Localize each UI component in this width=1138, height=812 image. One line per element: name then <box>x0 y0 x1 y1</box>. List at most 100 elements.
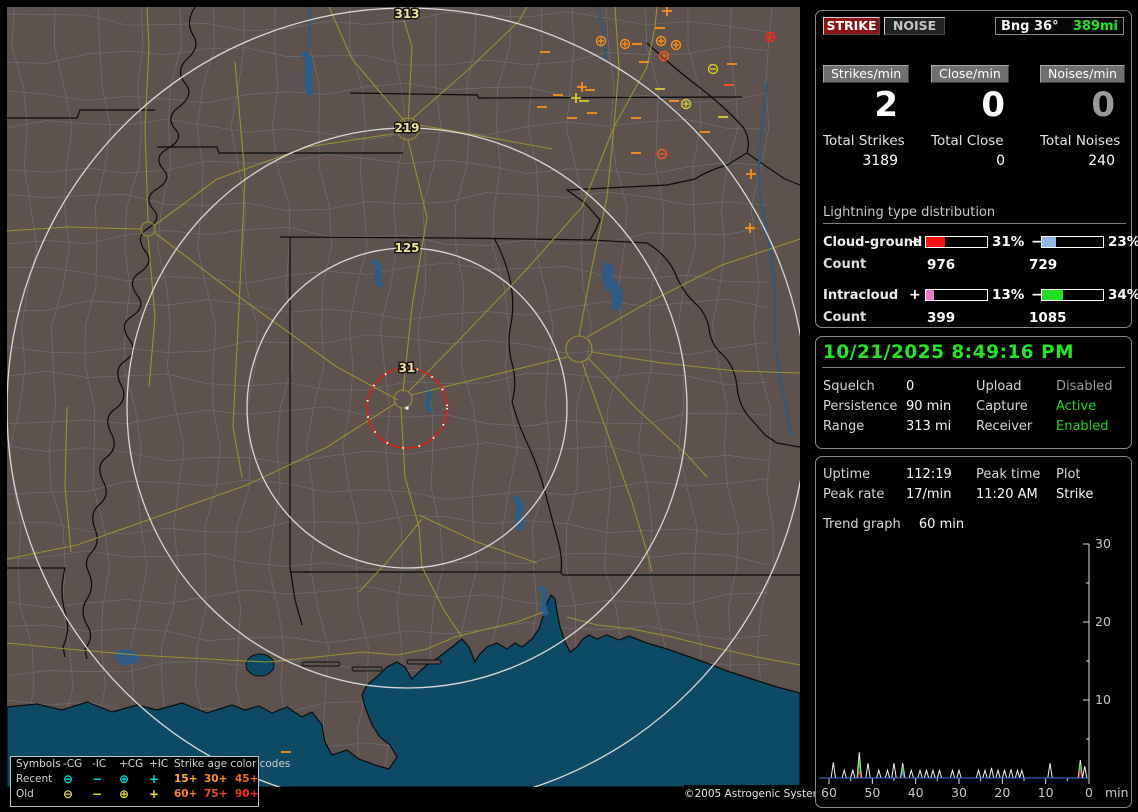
trend-chart: 60 50 40 30 20 10 0 min 10 20 30 <box>816 457 1133 807</box>
ic-minus-pct: 34% <box>1104 287 1126 303</box>
old-cg-plus-icon: ⊕ <box>119 787 149 802</box>
total-noises-label: Total Noises <box>1028 133 1128 149</box>
total-close-value: 0 <box>923 153 1018 169</box>
recent-cg-plus-icon: ⊕ <box>119 772 149 787</box>
squelch-value: 0 <box>906 379 976 399</box>
bearing-distance: 389mi <box>1073 19 1118 34</box>
age-60: 60+ <box>174 787 204 802</box>
upload-status: Disabled <box>1056 379 1126 399</box>
strike-mode-button[interactable]: STRIKE <box>823 17 880 35</box>
capture-label: Capture <box>976 399 1056 419</box>
current-datetime: 10/21/2025 8:49:16 PM <box>823 342 1074 363</box>
total-close-label: Total Close <box>923 133 1018 149</box>
legend-col-nic: -IC <box>92 757 119 772</box>
svg-text:10: 10 <box>1095 692 1111 707</box>
legend-col-ncg: -CG <box>63 757 92 772</box>
noises-per-min-chip[interactable]: Noises/min <box>1040 65 1125 83</box>
lightning-distribution: Lightning type distribution Cloud-ground… <box>823 205 1126 324</box>
cg-plus-count: 976 <box>927 257 1029 273</box>
recent-cg-minus-icon: ⊖ <box>63 772 92 787</box>
squelch-label: Squelch <box>823 379 906 399</box>
trend-panel: Uptime 112:19 Peak time Plot Peak rate 1… <box>815 456 1132 808</box>
persistence-label: Persistence <box>823 399 906 419</box>
total-strikes-label: Total Strikes <box>816 133 911 149</box>
ring-label-31: 31 <box>399 361 416 375</box>
cg-plus-bar <box>925 236 988 248</box>
old-ic-plus-icon: + <box>149 787 174 802</box>
capture-status: Active <box>1056 399 1126 419</box>
svg-text:0: 0 <box>1085 785 1093 800</box>
age-90: 90+ <box>235 787 261 802</box>
cg-plus-sign: + <box>909 234 925 250</box>
cg-count-label: Count <box>823 257 927 273</box>
total-noises-value: 240 <box>1028 153 1128 169</box>
intracloud-label: Intracloud <box>823 288 909 303</box>
cg-minus-sign: − <box>1031 234 1041 250</box>
legend-row-recent-label: Recent <box>16 772 63 787</box>
copyright-notice: ©2005 Astrogenic Systems <box>684 785 800 804</box>
divider <box>822 367 1125 368</box>
ic-plus-sign: + <box>909 287 925 303</box>
svg-text:50: 50 <box>864 785 880 800</box>
svg-text:60: 60 <box>821 785 837 800</box>
strikes-per-min-chip[interactable]: Strikes/min <box>823 65 909 83</box>
legend-symbols-header: Symbols <box>16 757 63 772</box>
legend-col-pcg: +CG <box>119 757 149 772</box>
cg-minus-count: 729 <box>1029 257 1126 273</box>
svg-text:30: 30 <box>1095 536 1111 551</box>
cg-minus-pct: 23% <box>1104 234 1126 250</box>
upload-label: Upload <box>976 379 1056 399</box>
receiver-label: Receiver <box>976 419 1056 439</box>
receiver-location-marker <box>406 407 409 410</box>
legend-col-pic: +IC <box>149 757 174 772</box>
age-30: 30+ <box>204 772 235 787</box>
noises-per-min-value: 0 <box>1028 85 1128 125</box>
ic-plus-count: 399 <box>927 310 1029 326</box>
svg-text:20: 20 <box>1095 614 1111 629</box>
bearing-readout: Bng 36° 389mi <box>995 17 1124 35</box>
range-value: 313 mi <box>906 419 976 439</box>
bearing-label: Bng 36° <box>1001 19 1059 34</box>
ic-count-label: Count <box>823 310 927 326</box>
svg-text:20: 20 <box>994 785 1010 800</box>
cloud-ground-label: Cloud-ground <box>823 235 909 250</box>
range-label: Range <box>823 419 906 439</box>
strike-counters-panel: STRIKE NOISE Bng 36° 389mi Strikes/min 2… <box>815 10 1132 328</box>
ic-plus-bar <box>925 289 988 301</box>
recent-ic-minus-icon: − <box>92 772 119 787</box>
age-15: 15+ <box>174 772 204 787</box>
receiver-status: Enabled <box>1056 419 1126 439</box>
ring-label-219: 219 <box>394 121 419 135</box>
old-ic-minus-icon: − <box>92 787 119 802</box>
recent-ic-plus-icon: + <box>149 772 174 787</box>
age-45: 45+ <box>235 772 261 787</box>
distribution-title: Lightning type distribution <box>823 205 1126 224</box>
strikes-per-min-value: 2 <box>816 85 911 125</box>
status-panel: 10/21/2025 8:49:16 PM Squelch 0 Upload D… <box>815 336 1132 449</box>
close-per-min-chip[interactable]: Close/min <box>931 65 1009 83</box>
ic-plus-pct: 13% <box>988 287 1031 303</box>
svg-text:min: min <box>1105 785 1129 800</box>
age-75: 75+ <box>204 787 235 802</box>
app-window: 313 219 125 31 Symbols -CG -IC +CG +IC S… <box>0 0 1138 812</box>
map-canvas[interactable]: 313 219 125 31 <box>7 7 800 787</box>
legend-row-old-label: Old <box>16 787 63 802</box>
cg-plus-pct: 31% <box>988 234 1031 250</box>
persistence-value: 90 min <box>906 399 976 419</box>
map-legend: Symbols -CG -IC +CG +IC Strike age color… <box>10 756 259 807</box>
total-strikes-value: 3189 <box>816 153 911 169</box>
ring-label-125: 125 <box>394 241 419 255</box>
ic-minus-sign: − <box>1031 287 1041 303</box>
old-cg-minus-icon: ⊖ <box>63 787 92 802</box>
legend-age-title: Strike age color codes <box>174 757 261 772</box>
cg-minus-bar <box>1041 236 1104 248</box>
noise-mode-button[interactable]: NOISE <box>884 17 945 35</box>
svg-text:10: 10 <box>1038 785 1054 800</box>
svg-text:30: 30 <box>951 785 967 800</box>
svg-text:40: 40 <box>908 785 924 800</box>
ic-minus-bar <box>1041 289 1104 301</box>
ic-minus-count: 1085 <box>1029 310 1126 326</box>
radar-map[interactable]: 313 219 125 31 <box>7 7 800 787</box>
ring-label-313: 313 <box>394 7 419 21</box>
close-per-min-value: 0 <box>923 85 1018 125</box>
